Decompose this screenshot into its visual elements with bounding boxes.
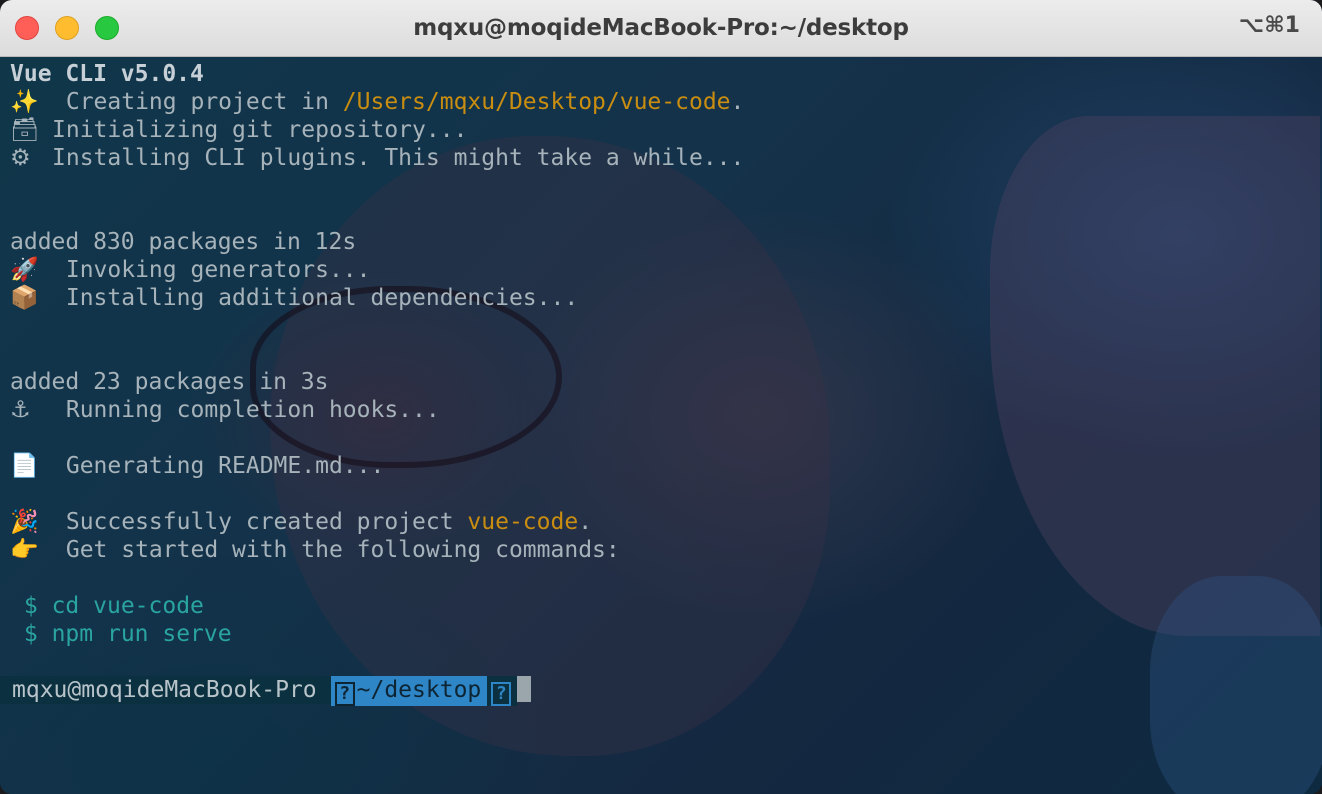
output-line: 🚀 Invoking generators... <box>10 257 371 283</box>
project-name: vue-code <box>467 509 579 535</box>
output-line: ✨ Creating project in /Users/mqxu/Deskto… <box>10 89 745 115</box>
command-line: $ npm run serve <box>10 620 1312 648</box>
sparkles-icon: ✨ <box>10 89 39 115</box>
missing-glyph-icon: ? <box>334 682 355 706</box>
prompt-end-segment: ? <box>487 676 518 706</box>
output-line: ⚙ Installing CLI plugins. This might take… <box>10 145 745 171</box>
package-icon: 📦 <box>10 285 39 311</box>
missing-glyph-icon: ? <box>491 682 512 706</box>
window-title: mqxu@moqideMacBook-Pro:~/desktop <box>413 15 909 41</box>
dollar-prompt: $ <box>23 621 38 647</box>
output-line: 📄 Generating README.md... <box>10 453 385 479</box>
prompt-directory-segment: ? ~/desktop <box>330 676 488 706</box>
output-line: 👉 Get started with the following command… <box>10 537 620 563</box>
party-popper-icon: 🎉 <box>10 509 39 535</box>
tab-shortcut: ⌥⌘1 <box>1238 13 1300 38</box>
output-line: 🎉 Successfully created project vue-code. <box>10 509 593 535</box>
shell-prompt[interactable]: mqxu@moqideMacBook-Pro? ~/desktop? <box>0 676 1312 706</box>
project-path: /Users/mqxu/Desktop/vue-code <box>342 89 731 115</box>
command-text: npm run serve <box>51 621 232 647</box>
output-line: 📦 Installing additional dependencies... <box>10 285 579 311</box>
output-line: added 23 packages in 3s <box>10 369 329 395</box>
anchor-icon: ⚓ <box>10 397 31 423</box>
output-line: ⚓ Running completion hooks... <box>10 397 440 423</box>
pointing-hand-icon: 👉 <box>10 537 39 563</box>
command-text: cd vue-code <box>51 593 204 619</box>
rocket-icon: 🚀 <box>10 257 39 283</box>
file-cabinet-icon: 🗃 <box>10 117 40 143</box>
output-line: added 830 packages in 12s <box>10 229 357 255</box>
page-icon: 📄 <box>10 453 39 479</box>
output-line: 🗃 Initializing git repository... <box>10 117 468 143</box>
prompt-directory: ~/desktop <box>356 677 482 703</box>
gear-icon: ⚙ <box>10 145 31 171</box>
prompt-user: mqxu@moqideMacBook-Pro <box>0 676 331 704</box>
terminal-window: mqxu@moqideMacBook-Pro:~/desktop ⌥⌘1 Vue… <box>0 0 1322 794</box>
vue-cli-version: Vue CLI v5.0.4 <box>10 61 204 87</box>
command-line: $ cd vue-code <box>10 592 1312 620</box>
title-bar: mqxu@moqideMacBook-Pro:~/desktop ⌥⌘1 <box>0 0 1322 57</box>
text-cursor[interactable] <box>517 676 532 702</box>
terminal-output[interactable]: Vue CLI v5.0.4 ✨ Creating project in /Us… <box>0 60 1312 794</box>
dollar-prompt: $ <box>23 593 38 619</box>
